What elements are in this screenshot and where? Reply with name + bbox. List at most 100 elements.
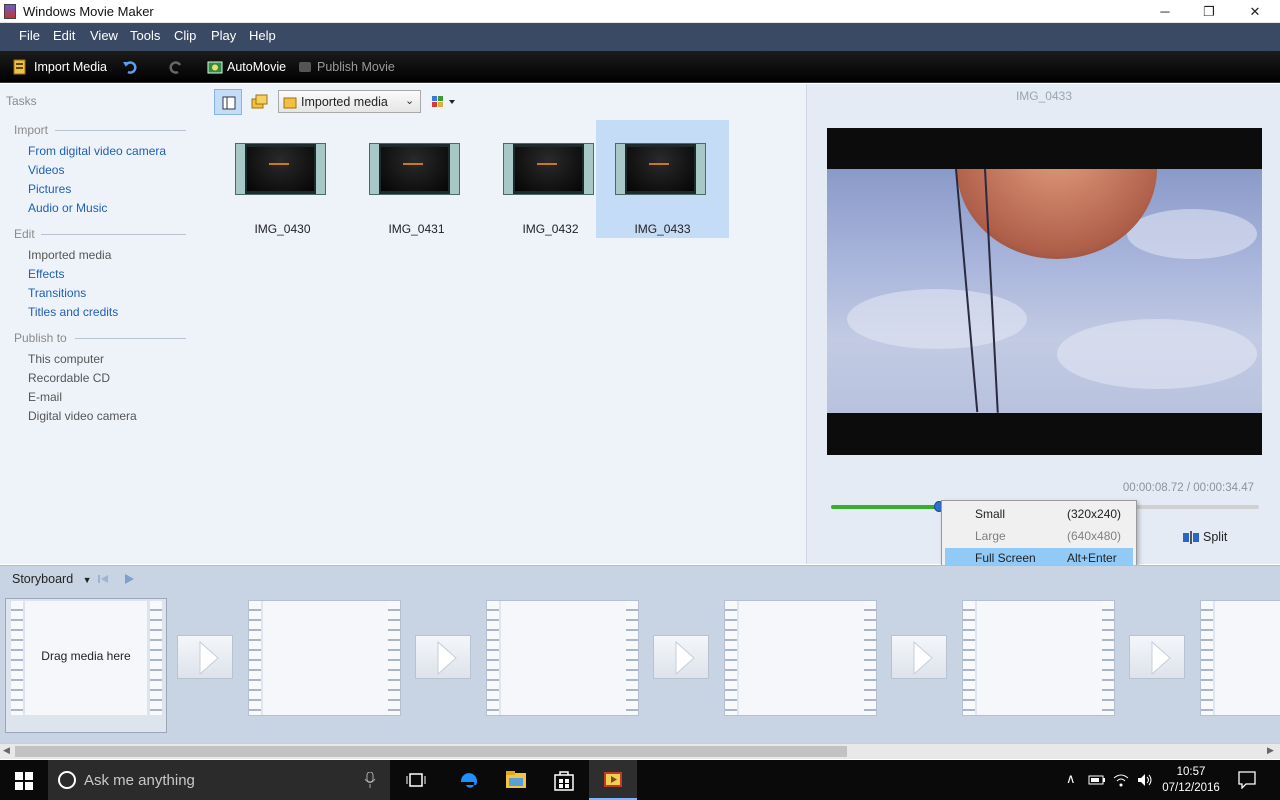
task-import-pictures[interactable]: Pictures [28, 182, 71, 196]
view-options-button[interactable] [430, 92, 460, 112]
toolbar: Import Media ▾ ▾ AutoMovie Publish Movie [0, 51, 1280, 119]
transition-arrow-icon [199, 640, 219, 676]
task-imported-media[interactable]: Imported media [28, 248, 111, 262]
transition-slot[interactable] [653, 635, 709, 679]
battery-charging-icon[interactable] [1088, 773, 1106, 787]
menu-tools[interactable]: Tools [130, 28, 160, 43]
task-import-videos[interactable]: Videos [28, 163, 64, 177]
task-titles-and-credits[interactable]: Titles and credits [28, 305, 118, 319]
task-publish-recordable-cd[interactable]: Recordable CD [28, 371, 110, 385]
menu-edit[interactable]: Edit [53, 28, 75, 43]
movie-maker-app-icon [4, 4, 16, 19]
tasks-pane: Tasks Import From digital video camera V… [0, 84, 204, 564]
video-preview-monitor[interactable] [827, 128, 1262, 455]
transition-slot[interactable] [891, 635, 947, 679]
task-transitions[interactable]: Transitions [28, 286, 86, 300]
collections-folder-icon [251, 94, 268, 109]
movie-maker-taskbar-button[interactable] [589, 760, 637, 800]
play-storyboard-icon[interactable] [122, 572, 136, 586]
storyboard-slot[interactable] [486, 600, 639, 716]
folder-icon [283, 97, 297, 109]
preview-clip-name: IMG_0433 [1015, 89, 1073, 103]
close-button[interactable]: ✕ [1232, 0, 1278, 23]
import-media-button[interactable]: Import Media [34, 60, 107, 74]
imported-media-pane: Imported media ⌄ IMG_0430 IMG_0431 IMG_0… [204, 84, 806, 564]
transition-arrow-icon [437, 640, 457, 676]
volume-icon[interactable] [1136, 772, 1154, 788]
task-view-icon [406, 773, 426, 787]
windows-start-icon[interactable] [15, 772, 33, 790]
collections-button[interactable] [246, 89, 274, 115]
automovie-button[interactable]: AutoMovie [227, 60, 286, 74]
task-effects[interactable]: Effects [28, 267, 64, 281]
transition-slot[interactable] [177, 635, 233, 679]
storyboard-slot[interactable] [962, 600, 1115, 716]
menu-item-large: Large (640x480) [975, 529, 1122, 543]
transition-slot[interactable] [1129, 635, 1185, 679]
publish-movie-button[interactable]: Publish Movie [317, 60, 395, 74]
store-bag-icon [554, 771, 574, 791]
media-thumbnail-selected[interactable]: IMG_0433 [596, 120, 729, 238]
task-publish-this-computer[interactable]: This computer [28, 352, 104, 366]
task-publish-digital-video-camera[interactable]: Digital video camera [28, 409, 137, 423]
storyboard-slot-drop-target[interactable]: Drag media here [5, 598, 167, 733]
edge-taskbar-button[interactable] [444, 760, 492, 800]
media-name: IMG_0431 [388, 222, 445, 236]
import-media-icon[interactable] [12, 59, 28, 75]
wifi-icon[interactable] [1112, 772, 1130, 788]
clock-date: 07/12/2016 [1162, 782, 1220, 794]
task-publish-email[interactable]: E-mail [28, 390, 62, 404]
section-edit: Edit [14, 227, 186, 241]
undo-icon[interactable] [122, 59, 138, 75]
task-view-button[interactable] [392, 760, 440, 800]
task-from-digital-video-camera[interactable]: From digital video camera [28, 144, 166, 158]
storyboard-view-dropdown[interactable]: Storyboard ▼ [12, 572, 92, 586]
media-thumbnail[interactable]: IMG_0430 [216, 120, 349, 238]
menu-help[interactable]: Help [249, 28, 276, 43]
transition-slot[interactable] [415, 635, 471, 679]
storyboard-slot[interactable] [1200, 600, 1280, 716]
tasks-toggle-button[interactable] [214, 89, 242, 115]
media-name: IMG_0433 [634, 222, 691, 236]
storyboard-slot[interactable] [248, 600, 401, 716]
scroll-left-arrow-icon[interactable]: ◀ [3, 745, 10, 756]
storyboard-horizontal-scrollbar[interactable]: ◀ ▶ [0, 743, 1280, 759]
collection-dropdown[interactable]: Imported media ⌄ [278, 90, 421, 113]
store-taskbar-button[interactable] [540, 760, 588, 800]
collection-selected: Imported media [301, 95, 388, 109]
restore-button[interactable]: ❐ [1186, 0, 1232, 23]
split-icon [1183, 531, 1199, 544]
windows-taskbar: Ask me anything ∧ 10:57 07/12/2016 [0, 760, 1280, 800]
media-thumbnail[interactable]: IMG_0431 [350, 120, 483, 238]
menu-bar: File Edit View Tools Clip Play Help [0, 23, 1280, 51]
action-center-notification-icon[interactable] [1238, 771, 1256, 789]
cortana-circle-icon [58, 771, 76, 789]
thumbnail-view-icon [432, 96, 455, 107]
microphone-icon[interactable] [364, 772, 376, 788]
rewind-storyboard-icon[interactable] [96, 572, 110, 586]
redo-icon[interactable] [168, 59, 184, 75]
scroll-right-arrow-icon[interactable]: ▶ [1267, 745, 1274, 756]
cortana-search-box[interactable]: Ask me anything [48, 760, 390, 800]
menu-item-small[interactable]: Small (320x240) [945, 504, 1133, 524]
storyboard-slot[interactable] [724, 600, 877, 716]
scrollbar-thumb[interactable] [15, 746, 847, 757]
automovie-icon[interactable] [207, 59, 223, 75]
minimize-button[interactable]: ─ [1142, 0, 1188, 23]
show-hidden-icons-chevron-icon[interactable]: ∧ [1066, 771, 1076, 787]
task-import-audio[interactable]: Audio or Music [28, 201, 107, 215]
movie-maker-icon [604, 772, 622, 787]
menu-file[interactable]: File [19, 28, 40, 43]
file-explorer-taskbar-button[interactable] [492, 760, 540, 800]
menu-play[interactable]: Play [211, 28, 236, 43]
preview-pane: IMG_0433 00:00:08.72 / 00:00:34.47 Split [806, 84, 1280, 564]
menu-clip[interactable]: Clip [174, 28, 196, 43]
transition-arrow-icon [913, 640, 933, 676]
transition-arrow-icon [675, 640, 695, 676]
chevron-down-icon: ▼ [82, 575, 92, 585]
video-clip-thumbnail [369, 143, 460, 195]
section-publish-to: Publish to [14, 331, 186, 345]
split-button[interactable]: Split [1183, 530, 1227, 544]
system-clock[interactable]: 10:57 07/12/2016 [1162, 764, 1220, 796]
menu-view[interactable]: View [90, 28, 118, 43]
